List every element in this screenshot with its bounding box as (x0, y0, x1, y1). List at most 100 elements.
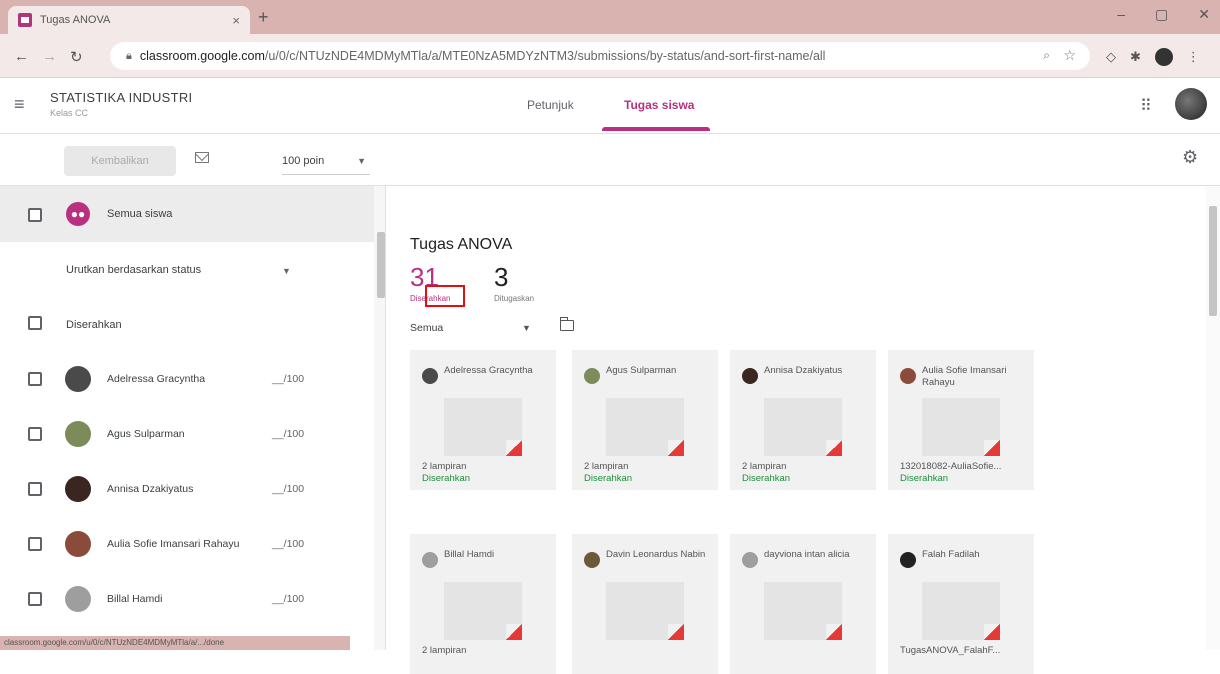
student-grade[interactable]: __/100 (272, 538, 304, 550)
user-avatar[interactable] (1175, 88, 1207, 120)
active-tab-indicator (602, 127, 710, 131)
url-host: classroom.google.com (139, 49, 265, 63)
student-checkbox[interactable] (28, 592, 42, 606)
submission-card[interactable]: dayviona intan alicia (730, 534, 876, 674)
card-student-name: Aulia Sofie Imansari Rahayu (922, 365, 1007, 388)
profile-avatar-icon[interactable] (1154, 48, 1173, 66)
grading-toolbar: Kembalikan 100 poin ▼ ⚙ (0, 134, 1220, 186)
zoom-icon[interactable]: ⌕ (1043, 48, 1050, 63)
student-row[interactable]: Annisa Dzakiyatus __/100 (0, 464, 374, 514)
bookmark-star-icon[interactable]: ☆ (1063, 47, 1076, 64)
student-row[interactable]: Billal Hamdi __/100 (0, 574, 374, 624)
pdf-corner-icon (668, 624, 684, 640)
submission-card[interactable]: Falah Fadilah TugasANOVA_FalahF... (888, 534, 1034, 674)
sort-caret-icon[interactable]: ▼ (282, 266, 291, 276)
card-student-name: Annisa Dzakiyatus (764, 365, 843, 376)
menu-kebab-icon[interactable]: ⋮ (1187, 49, 1200, 65)
browser-tab[interactable]: Tugas ANOVA × (8, 6, 250, 34)
attachment-thumbnail[interactable] (444, 582, 522, 640)
student-checkbox[interactable] (28, 537, 42, 551)
card-avatar (584, 368, 600, 384)
maximize-icon[interactable]: ▢ (1155, 6, 1168, 23)
classroom-favicon-icon (18, 13, 32, 27)
student-row[interactable]: Aulia Sofie Imansari Rahayu __/100 (0, 519, 374, 569)
all-students-row[interactable]: ●● Semua siswa (0, 186, 374, 242)
attachment-thumbnail[interactable] (606, 398, 684, 456)
pdf-corner-icon (506, 624, 522, 640)
attachment-thumbnail[interactable] (922, 398, 1000, 456)
pdf-corner-icon (826, 440, 842, 456)
forward-icon[interactable]: → (42, 48, 57, 65)
submission-card[interactable]: Billal Hamdi 2 lampiran (410, 534, 556, 674)
card-avatar (742, 552, 758, 568)
pdf-corner-icon (506, 440, 522, 456)
student-grade[interactable]: __/100 (272, 593, 304, 605)
card-student-name: Davin Leonardus Nabin (606, 549, 706, 560)
submission-card[interactable]: Adelressa Gracyntha 2 lampiran Diserahka… (410, 350, 556, 490)
card-status: Diserahkan (900, 473, 949, 484)
submission-card[interactable]: Aulia Sofie Imansari Rahayu 132018082-Au… (888, 350, 1034, 490)
card-attachments: 2 lampiran (422, 461, 467, 472)
select-all-checkbox[interactable] (28, 208, 42, 222)
student-name: Annisa Dzakiyatus (107, 483, 194, 495)
extension-icons: ◇ ✱ ⋮ (1106, 48, 1200, 66)
right-scrollbar-thumb[interactable] (1209, 206, 1217, 316)
window-controls: – ▢ ✕ (1117, 6, 1210, 23)
pdf-corner-icon (668, 440, 684, 456)
window-close-icon[interactable]: ✕ (1198, 6, 1210, 23)
tab-close-icon[interactable]: × (232, 13, 240, 28)
submission-card[interactable]: Agus Sulparman 2 lampiran Diserahkan (572, 350, 718, 490)
group-checkbox[interactable] (28, 316, 42, 330)
pdf-corner-icon (984, 624, 1000, 640)
student-grade[interactable]: __/100 (272, 483, 304, 495)
student-checkbox[interactable] (28, 482, 42, 496)
attachment-thumbnail[interactable] (444, 398, 522, 456)
pdf-corner-icon (826, 624, 842, 640)
attachment-thumbnail[interactable] (764, 398, 842, 456)
minimize-icon[interactable]: – (1117, 6, 1125, 23)
assigned-count[interactable]: 3 (494, 262, 508, 293)
attachment-thumbnail[interactable] (606, 582, 684, 640)
student-row[interactable]: Adelressa Gracyntha __/100 (0, 354, 374, 404)
back-icon[interactable]: ← (14, 48, 29, 65)
student-grade[interactable]: __/100 (272, 373, 304, 385)
reload-icon[interactable]: ↻ (70, 48, 83, 66)
email-icon[interactable] (195, 152, 209, 163)
attachment-thumbnail[interactable] (764, 582, 842, 640)
shield-extension-icon[interactable]: ◇ (1106, 49, 1116, 65)
tab-student-work[interactable]: Tugas siswa (624, 98, 694, 112)
settings-gear-icon[interactable]: ⚙ (1182, 147, 1198, 168)
points-select[interactable]: 100 poin ▼ (282, 147, 370, 175)
submission-card[interactable]: Davin Leonardus Nabin (572, 534, 718, 674)
group-people-icon: ●● (66, 202, 90, 226)
sort-select[interactable]: Urutkan berdasarkan status (66, 264, 201, 276)
student-grade[interactable]: __/100 (272, 428, 304, 440)
left-scrollbar-thumb[interactable] (377, 232, 385, 298)
dropdown-caret-icon: ▼ (357, 156, 366, 166)
student-name: Billal Hamdi (107, 593, 163, 605)
new-tab-icon[interactable]: + (258, 7, 269, 28)
assignment-title: Tugas ANOVA (410, 236, 513, 253)
hamburger-menu-icon[interactable]: ≡ (14, 94, 25, 115)
filter-caret-icon[interactable]: ▼ (522, 323, 531, 333)
attachment-thumbnail[interactable] (922, 582, 1000, 640)
card-status: Diserahkan (742, 473, 791, 484)
google-apps-icon[interactable]: ⠿ (1140, 96, 1152, 116)
card-attachments: 132018082-AuliaSofie... (900, 461, 1002, 472)
student-avatar (65, 531, 91, 557)
class-name[interactable]: STATISTIKA INDUSTRI (50, 90, 192, 105)
folder-icon[interactable] (559, 317, 574, 331)
card-student-name: Adelressa Gracyntha (444, 365, 533, 376)
card-status: Diserahkan (422, 473, 471, 484)
student-checkbox[interactable] (28, 372, 42, 386)
address-bar[interactable]: 🔒︎ classroom.google.com /u/0/c/NTUzNDE4M… (110, 42, 1090, 70)
card-student-name: Falah Fadilah (922, 549, 980, 560)
assigned-label[interactable]: Ditugaskan (494, 294, 534, 303)
return-button[interactable]: Kembalikan (64, 146, 176, 176)
student-checkbox[interactable] (28, 427, 42, 441)
url-path: /u/0/c/NTUzNDE4MDMyMTla/a/MTE0NzA5MDYzNT… (264, 49, 826, 63)
tab-instructions[interactable]: Petunjuk (527, 98, 574, 112)
student-row[interactable]: Agus Sulparman __/100 (0, 409, 374, 459)
submission-card[interactable]: Annisa Dzakiyatus 2 lampiran Diserahkan (730, 350, 876, 490)
puzzle-extension-icon[interactable]: ✱ (1130, 49, 1141, 65)
